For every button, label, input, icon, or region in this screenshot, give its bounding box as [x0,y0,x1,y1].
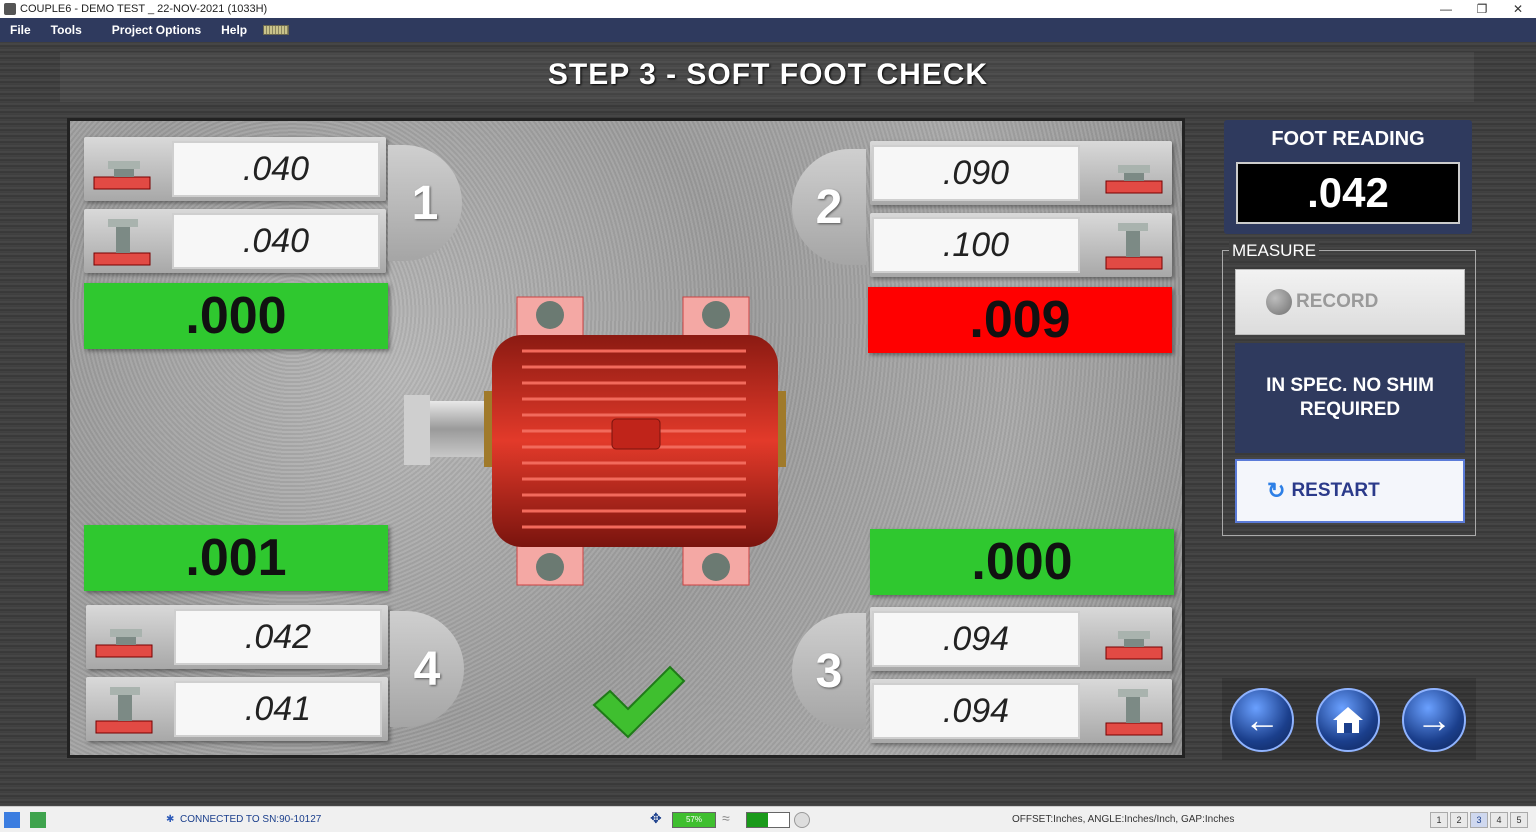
foot2-reading-bottom: .100 [872,217,1080,273]
home-button[interactable] [1316,688,1380,752]
next-button[interactable]: → [1402,688,1466,752]
foot2-reading-top: .090 [872,145,1080,201]
keyboard-icon[interactable] [263,25,290,35]
main-area: STEP 3 - SOFT FOOT CHECK .040 .040 1 .00… [0,42,1536,806]
foot-bolt-icon [95,629,153,658]
foot3-reading-bottom: .094 [872,683,1080,739]
foot1-reading-top-row: .040 [84,137,386,201]
menu-file[interactable]: File [0,23,41,37]
menu-tools[interactable]: Tools [41,23,92,37]
record-label: RECORD [1296,291,1379,312]
move-icon[interactable]: ✥ [650,810,662,827]
spec-status-message: IN SPEC. NO SHIM REQUIRED [1235,343,1465,453]
restart-button[interactable]: ↻ RESTART [1235,459,1465,523]
page-2[interactable]: 2 [1450,812,1468,828]
window-title-bar: COUPLE6 - DEMO TEST _ 22-NOV-2021 (1033H… [0,0,1536,18]
view-icon[interactable] [4,812,20,828]
units-status: OFFSET:Inches, ANGLE:Inches/Inch, GAP:In… [1012,814,1235,825]
foot1-reading-top: .040 [172,141,380,197]
foot1-reading-bottom: .040 [172,213,380,269]
foot-bolt-icon [1105,689,1163,736]
foot3-reading-bottom-row: .094 [870,679,1172,743]
minimize-button[interactable]: — [1428,0,1464,18]
foot-reading-panel: FOOT READING .042 [1224,120,1472,234]
menu-bar: File Tools Project Options Help [0,18,1536,42]
foot1-result: .000 [84,283,388,349]
signal-icon: ≈ [722,810,730,826]
bluetooth-icon: ✱ [166,814,175,825]
foot-bolt-icon [93,219,151,266]
record-button[interactable]: RECORD [1235,269,1465,335]
foot-reading-label: FOOT READING [1271,128,1425,150]
foot-bolt-icon [93,161,151,190]
foot4-reading-bottom: .041 [174,681,382,737]
foot3-reading-top: .094 [872,611,1080,667]
page-1[interactable]: 1 [1430,812,1448,828]
foot4-reading-top: .042 [174,609,382,665]
play-icon[interactable] [794,812,810,828]
arrow-left-icon: ← [1244,699,1280,740]
arrow-right-icon: → [1416,699,1452,740]
status-bar: ✱ CONNECTED TO SN:90-10127 ✥ 57% ≈ OFFSE… [0,806,1536,832]
motor-illustration [404,296,786,586]
chart-icon[interactable] [30,812,46,828]
foot2-result: .009 [868,287,1172,353]
foot-bolt-icon [1105,165,1163,194]
foot1-reading-bottom-row: .040 [84,209,386,273]
foot4-result: .001 [84,525,388,591]
foot-bolt-icon [1105,223,1163,270]
back-button[interactable]: ← [1230,688,1294,752]
page-4[interactable]: 4 [1490,812,1508,828]
home-icon [1333,707,1363,733]
soft-foot-panel: .040 .040 1 .000 .090 .100 2 .009 .001 .… [67,118,1185,758]
foot-bolt-icon [95,687,153,734]
navigation-bar: ← → [1222,678,1476,760]
check-icon [592,665,686,739]
page-5[interactable]: 5 [1510,812,1528,828]
restore-button[interactable]: ❐ [1464,0,1500,18]
foot4-reading-top-row: .042 [86,605,388,669]
page-3[interactable]: 3 [1470,812,1488,828]
app-icon [4,3,16,15]
close-button[interactable]: ✕ [1500,0,1536,18]
level-indicator [746,812,790,828]
window-title: COUPLE6 - DEMO TEST _ 22-NOV-2021 (1033H… [20,3,268,15]
foot-reading-value: .042 [1236,162,1460,224]
restart-label: RESTART [1291,480,1380,501]
foot4-reading-bottom-row: .041 [86,677,388,741]
foot3-reading-top-row: .094 [870,607,1172,671]
restart-icon: ↻ [1267,478,1286,503]
page-title: STEP 3 - SOFT FOOT CHECK [547,58,989,91]
measure-group: MEASURE RECORD IN SPEC. NO SHIM REQUIRED… [1222,241,1476,536]
battery-indicator: 57% [672,812,716,828]
foot3-result: .000 [870,529,1174,595]
foot2-reading-bottom-row: .100 [870,213,1172,277]
measure-legend: MEASURE [1229,241,1320,261]
menu-project-options[interactable]: Project Options [102,23,211,37]
page-selector: 1 2 3 4 5 [1428,812,1528,828]
foot-bolt-icon [1105,631,1163,660]
menu-help[interactable]: Help [211,23,257,37]
record-icon [1266,289,1292,315]
connection-status: CONNECTED TO SN:90-10127 [180,814,322,825]
foot2-reading-top-row: .090 [870,141,1172,205]
